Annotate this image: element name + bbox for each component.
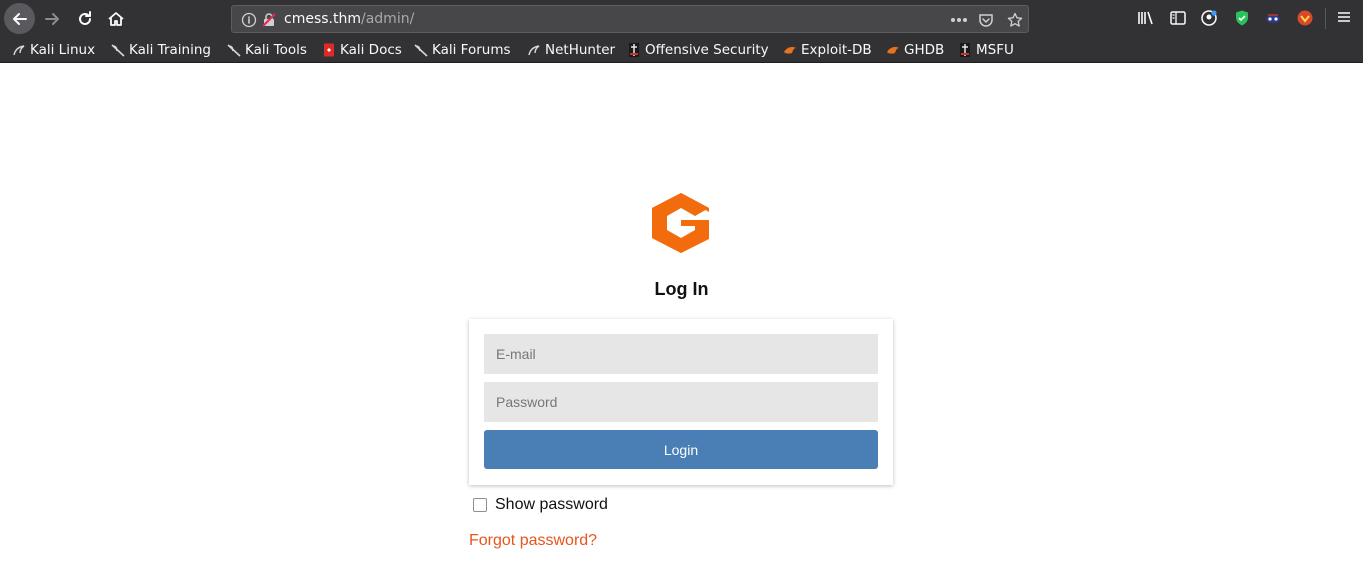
bookmarks-bar: Kali Linux Kali Training Kali Tools Kali…	[0, 37, 1363, 63]
bookmark-kali-linux[interactable]: Kali Linux	[12, 41, 95, 59]
toolbar-divider	[1325, 8, 1326, 29]
show-password-checkbox[interactable]	[473, 498, 487, 512]
exploitdb-icon	[784, 47, 796, 54]
page-actions-icon[interactable]	[950, 17, 968, 23]
bookmark-kali-docs[interactable]: Kali Docs	[322, 41, 402, 59]
sidebar-icon[interactable]	[1169, 9, 1187, 27]
bookmark-label: Exploit-DB	[801, 42, 872, 58]
back-button[interactable]	[4, 3, 35, 34]
bookmark-label: NetHunter	[545, 42, 616, 58]
hamburger-menu-icon[interactable]	[1336, 9, 1352, 25]
kali-dragon-icon	[13, 45, 25, 56]
library-icon[interactable]	[1136, 9, 1154, 27]
extension-mask-icon[interactable]	[1264, 9, 1282, 27]
bookmark-nethunter[interactable]: NetHunter	[527, 41, 615, 59]
kali-dragon-icon	[227, 44, 241, 57]
bookmark-label: Kali Forums	[432, 42, 511, 58]
arrow-right-icon	[45, 13, 59, 25]
bookmark-ghdb[interactable]: GHDB	[886, 41, 944, 59]
home-icon	[108, 12, 124, 26]
bookmark-label: MSFU	[976, 42, 1014, 58]
bookmark-kali-forums[interactable]: Kali Forums	[414, 41, 511, 59]
browser-toolbar: cmess.thm/admin/	[0, 0, 1363, 37]
star-icon[interactable]	[1007, 12, 1023, 28]
url-path: /admin/	[361, 11, 415, 27]
bookmark-offensive-security[interactable]: Offensive Security	[627, 41, 769, 59]
url-host: cmess.thm	[284, 11, 361, 27]
url-text[interactable]: cmess.thm/admin/	[284, 11, 414, 27]
bookmark-kali-tools[interactable]: Kali Tools	[227, 41, 307, 59]
login-button[interactable]: Login	[484, 430, 878, 469]
kali-dragon-icon	[111, 44, 125, 57]
show-password-toggle[interactable]: Show password	[473, 496, 608, 514]
bookmark-msfu[interactable]: MSFU	[958, 41, 1014, 59]
offsec-icon	[960, 43, 970, 57]
page-title: Log In	[654, 279, 709, 299]
info-icon[interactable]	[241, 12, 257, 28]
reload-button[interactable]	[70, 4, 100, 34]
arrow-left-icon	[12, 12, 27, 25]
gila-logo-icon	[652, 193, 709, 253]
forward-button[interactable]	[37, 4, 67, 34]
shield-icon[interactable]	[1233, 9, 1251, 27]
password-field[interactable]	[484, 382, 878, 422]
bookmark-kali-training[interactable]: Kali Training	[111, 41, 211, 59]
reload-icon	[79, 11, 91, 25]
bookmark-label: Kali Training	[129, 42, 211, 58]
bookmark-label: Kali Docs	[340, 42, 402, 58]
email-field[interactable]	[484, 334, 878, 374]
exploitdb-icon	[887, 47, 899, 54]
login-form: Login	[469, 319, 893, 485]
account-icon[interactable]	[1200, 9, 1218, 27]
extension-fox-icon[interactable]	[1296, 9, 1314, 27]
insecure-lock-icon[interactable]	[261, 12, 277, 28]
pocket-icon[interactable]	[978, 12, 994, 28]
forgot-password-link[interactable]: Forgot password?	[469, 532, 597, 550]
bookmark-label: Kali Linux	[30, 42, 96, 58]
bookmark-label: Kali Tools	[245, 42, 307, 58]
bookmark-label: Offensive Security	[645, 42, 769, 58]
bookmark-label: GHDB	[904, 42, 945, 58]
offsec-icon	[629, 43, 639, 57]
kali-dragon-icon	[414, 44, 428, 57]
home-button[interactable]	[101, 4, 131, 34]
bookmark-exploit-db[interactable]: Exploit-DB	[783, 41, 872, 59]
kali-dragon-icon	[528, 45, 540, 56]
kali-docs-icon	[324, 43, 334, 57]
url-bar[interactable]: cmess.thm/admin/	[231, 5, 1029, 33]
show-password-label: Show password	[495, 496, 608, 513]
